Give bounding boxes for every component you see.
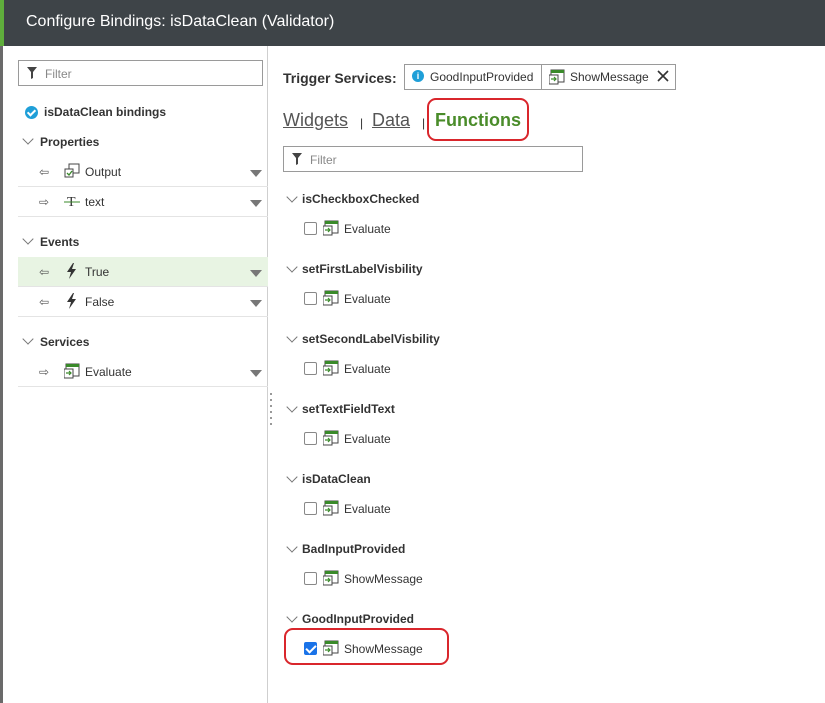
function-checkbox[interactable] xyxy=(304,292,317,305)
functions-filter-placeholder: Filter xyxy=(310,153,337,167)
trigger-chip-goodinputprovided[interactable]: i GoodInputProvided xyxy=(405,65,542,89)
filter-icon xyxy=(292,153,302,165)
trigger-chip-showmessage[interactable]: ShowMessage xyxy=(542,65,677,89)
section-label: Services xyxy=(40,335,90,349)
arrow-left-icon: ⇦ xyxy=(39,165,50,179)
chevron-down-icon xyxy=(286,331,298,343)
service-name: Evaluate xyxy=(344,362,391,376)
binding-row-output[interactable]: ⇦ Output xyxy=(18,157,268,187)
close-icon[interactable] xyxy=(656,69,670,83)
splitter-handle[interactable] xyxy=(270,393,273,433)
function-checkbox[interactable] xyxy=(304,362,317,375)
service-name: Evaluate xyxy=(344,292,391,306)
section-label: Events xyxy=(40,235,80,249)
service-name: Evaluate xyxy=(344,502,391,516)
dropdown-arrow-icon[interactable] xyxy=(250,300,262,307)
tab-highlight xyxy=(427,98,529,141)
function-checkbox[interactable] xyxy=(304,432,317,445)
function-name: setTextFieldText xyxy=(302,402,395,416)
binding-row-false[interactable]: ⇦ False xyxy=(18,287,268,317)
binding-label: Evaluate xyxy=(85,365,132,379)
binding-label: Output xyxy=(85,165,122,179)
service-icon xyxy=(549,69,565,85)
function-name: setSecondLabelVisbility xyxy=(302,332,440,346)
check-circle-icon xyxy=(25,106,38,119)
dialog-title: Configure Bindings: isDataClean (Validat… xyxy=(26,13,335,30)
service-icon xyxy=(64,363,80,379)
function-checkbox[interactable] xyxy=(304,502,317,515)
function-name: isDataClean xyxy=(302,472,371,486)
functions-filter-input[interactable]: Filter xyxy=(283,146,583,172)
dropdown-arrow-icon[interactable] xyxy=(250,370,262,377)
dropdown-arrow-icon[interactable] xyxy=(250,170,262,177)
function-name: setFirstLabelVisbility xyxy=(302,262,423,276)
chevron-down-icon xyxy=(22,133,34,145)
left-filter-input[interactable]: Filter xyxy=(18,60,263,86)
trigger-services-label: Trigger Services: xyxy=(283,70,397,86)
checked-service-highlight xyxy=(284,628,449,665)
info-icon: i xyxy=(412,70,424,82)
function-name: BadInputProvided xyxy=(302,542,406,556)
tab-separator: | xyxy=(360,116,364,130)
bindings-tree-pane: Filter isDataClean bindings Properties ⇦… xyxy=(3,46,268,703)
chevron-down-icon xyxy=(286,611,298,623)
function-name: isCheckboxChecked xyxy=(302,192,420,206)
chevron-down-icon xyxy=(22,233,34,245)
arrow-left-icon: ⇦ xyxy=(39,295,50,309)
chevron-down-icon xyxy=(286,191,298,203)
binding-label: False xyxy=(85,295,115,309)
left-filter-placeholder: Filter xyxy=(45,67,72,81)
chevron-down-icon xyxy=(286,541,298,553)
tab-separator: | xyxy=(422,116,426,130)
service-icon xyxy=(323,360,339,376)
binding-row-evaluate[interactable]: ⇨ Evaluate xyxy=(18,357,268,387)
lightning-icon xyxy=(67,263,76,279)
binding-label: True xyxy=(85,265,110,279)
arrow-right-icon: ⇨ xyxy=(39,365,50,379)
dialog-titlebar: Configure Bindings: isDataClean (Validat… xyxy=(0,0,825,46)
tab-widgets[interactable]: Widgets xyxy=(283,110,348,131)
service-icon xyxy=(323,220,339,236)
service-name: Evaluate xyxy=(344,222,391,236)
filter-icon xyxy=(27,67,37,79)
function-checkbox[interactable] xyxy=(304,572,317,585)
lightning-icon xyxy=(67,293,76,309)
service-icon xyxy=(323,430,339,446)
service-icon xyxy=(323,570,339,586)
binding-row-text[interactable]: ⇨ T text xyxy=(18,187,268,217)
service-name: Evaluate xyxy=(344,432,391,446)
chip-label: GoodInputProvided xyxy=(430,70,534,84)
section-label: Properties xyxy=(40,135,100,149)
configure-bindings-dialog: Filter isDataClean bindings Properties ⇦… xyxy=(3,46,825,703)
arrow-left-icon: ⇦ xyxy=(39,265,50,279)
chevron-down-icon xyxy=(286,401,298,413)
function-name: GoodInputProvided xyxy=(302,612,414,626)
function-checkbox[interactable] xyxy=(304,222,317,235)
text-type-icon: T xyxy=(64,195,80,209)
binding-label: text xyxy=(85,195,105,209)
chevron-down-icon xyxy=(286,261,298,273)
output-icon xyxy=(64,163,80,178)
chip-label: ShowMessage xyxy=(570,70,649,84)
dropdown-arrow-icon[interactable] xyxy=(250,270,262,277)
service-name: ShowMessage xyxy=(344,572,423,586)
arrow-right-icon: ⇨ xyxy=(39,195,50,209)
service-icon xyxy=(323,500,339,516)
tab-data[interactable]: Data xyxy=(372,110,410,131)
dropdown-arrow-icon[interactable] xyxy=(250,200,262,207)
chevron-down-icon xyxy=(286,471,298,483)
bindings-title: isDataClean bindings xyxy=(44,105,167,119)
binding-row-true[interactable]: ⇦ True xyxy=(18,257,268,287)
chevron-down-icon xyxy=(22,333,34,345)
trigger-services-box: i GoodInputProvided ShowMessage xyxy=(404,64,676,90)
service-icon xyxy=(323,290,339,306)
